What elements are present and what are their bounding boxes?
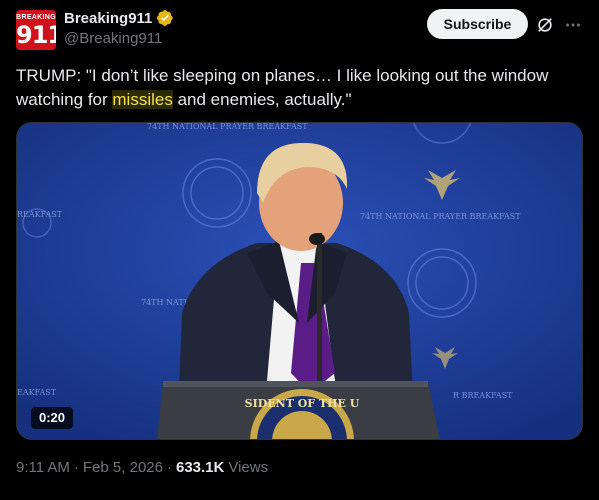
seal-text: SIDENT OF THE U — [245, 397, 360, 410]
video-player[interactable]: 74TH NATIONAL PRAYER BREAKFAST 74TH NATI… — [16, 122, 583, 440]
avatar[interactable]: BREAKING 911 — [16, 10, 56, 50]
display-name[interactable]: Breaking911 — [64, 10, 152, 27]
name-row: Breaking911 — [64, 9, 174, 27]
backdrop-text: 74TH NATIONAL PRAYER BREAKFAST — [360, 212, 521, 221]
presidential-seal: SIDENT OF THE U — [245, 389, 360, 439]
handle[interactable]: @Breaking911 — [64, 30, 162, 47]
post-time[interactable]: 9:11 AM — [16, 459, 70, 476]
verified-badge-icon[interactable] — [156, 9, 174, 27]
avatar-top-text: BREAKING — [16, 14, 56, 21]
meta-separator: · — [73, 459, 79, 476]
microphone — [317, 233, 322, 383]
post-date[interactable]: Feb 5, 2026 — [83, 459, 163, 476]
tweet-post: BREAKING 911 Breaking911 @Breaking911 Su… — [0, 0, 599, 500]
backdrop-text: 74TH NATIONAL PRAYER BREAKFAST — [147, 123, 308, 131]
video-frame: 74TH NATIONAL PRAYER BREAKFAST 74TH NATI… — [17, 123, 582, 439]
post-meta: 9:11 AM · Feb 5, 2026 · 633.1K Views — [16, 459, 268, 476]
tweet-text: TRUMP: "I don’t like sleeping on planes…… — [16, 64, 586, 112]
views-label: Views — [228, 459, 269, 476]
backdrop-text: REAKFAST — [17, 210, 63, 219]
video-duration: 0:20 — [31, 407, 74, 429]
more-icon[interactable] — [564, 16, 582, 34]
backdrop-text: R BREAKFAST — [453, 391, 513, 400]
meta-separator: · — [166, 459, 172, 476]
views-count[interactable]: 633.1K — [176, 459, 224, 476]
tweet-text-after: and enemies, actually." — [172, 90, 352, 109]
highlighted-word: missiles — [112, 90, 173, 109]
avatar-number: 911 — [16, 21, 56, 49]
grok-icon[interactable] — [536, 16, 554, 34]
subscribe-button[interactable]: Subscribe — [427, 9, 528, 39]
backdrop-text: EAKFAST — [17, 388, 57, 397]
